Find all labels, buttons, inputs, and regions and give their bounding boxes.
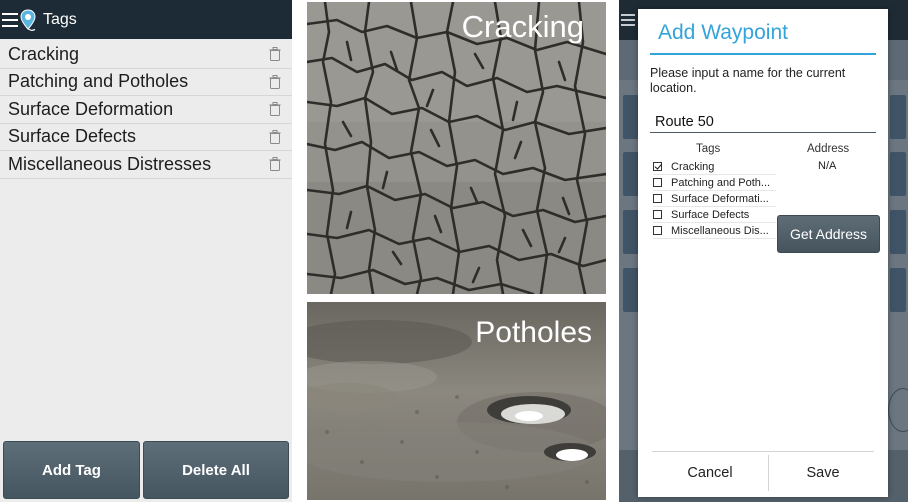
background-card [890, 268, 906, 312]
tag-option-label: Cracking [671, 160, 715, 173]
tag-option[interactable]: Surface Deformati... [653, 191, 776, 207]
checkbox[interactable] [653, 194, 662, 203]
tag-list: Cracking Patching and Potholes Surface D… [0, 41, 292, 179]
tag-label: Miscellaneous Distresses [8, 153, 212, 174]
tag-label: Patching and Potholes [8, 71, 189, 92]
tag-option-label: Surface Deformati... [671, 192, 769, 205]
footer-divider [652, 451, 874, 452]
cracked-pavement-image: Cracking [307, 2, 606, 294]
tag-option[interactable]: Surface Defects [653, 207, 776, 223]
tag-row-patching-and-potholes[interactable]: Patching and Potholes [0, 69, 292, 96]
cracking-photo: Cracking [307, 2, 606, 294]
waypoint-screen: Add Waypoint Please input a name for the… [619, 0, 908, 502]
background-card [623, 268, 639, 312]
trash-icon[interactable] [269, 129, 281, 144]
checkbox[interactable] [653, 210, 662, 219]
background-card [623, 95, 639, 139]
trash-icon[interactable] [269, 47, 281, 61]
get-address-button[interactable]: Get Address [777, 215, 880, 253]
tag-option-label: Miscellaneous Dis... [671, 224, 769, 237]
button-bar: Add Tag Delete All [0, 440, 292, 502]
checkbox[interactable] [653, 178, 662, 187]
background-card [623, 210, 639, 254]
address-column-header: Address [807, 143, 850, 155]
tag-label: Cracking [8, 43, 80, 64]
add-waypoint-dialog: Add Waypoint Please input a name for the… [638, 9, 888, 497]
page-title: Tags [43, 10, 77, 28]
background-card [890, 210, 906, 254]
title-divider [650, 53, 876, 55]
tag-row-miscellaneous-distresses[interactable]: Miscellaneous Distresses [0, 151, 292, 179]
tag-row-surface-deformation[interactable]: Surface Deformation [0, 96, 292, 124]
tag-row-surface-defects[interactable]: Surface Defects [0, 124, 292, 151]
waypoint-name-input[interactable] [650, 111, 876, 133]
dialog-title: Add Waypoint [658, 21, 788, 44]
background-compass [888, 388, 908, 432]
potholes-photo: Potholes [307, 302, 606, 500]
potholes-caption: Potholes [475, 316, 592, 349]
tag-option[interactable]: Patching and Poth... [653, 175, 776, 191]
app-logo-icon [20, 8, 36, 31]
app-bar: Tags [0, 0, 292, 39]
checkbox[interactable] [653, 226, 662, 235]
background-card [623, 152, 639, 196]
tag-option-label: Patching and Poth... [671, 176, 771, 189]
trash-icon[interactable] [269, 102, 281, 116]
tag-option[interactable]: Miscellaneous Dis... [653, 223, 776, 239]
tag-option[interactable]: Cracking [653, 159, 776, 175]
save-button[interactable]: Save [769, 455, 877, 491]
tag-checkbox-list: Cracking Patching and Poth... Surface De… [653, 159, 776, 239]
delete-all-button[interactable]: Delete All [143, 441, 289, 499]
background-card [890, 95, 906, 139]
trash-icon[interactable] [269, 157, 281, 171]
tag-label: Surface Defects [8, 126, 137, 147]
dialog-prompt: Please input a name for the current loca… [650, 66, 846, 95]
tag-option-label: Surface Defects [671, 208, 750, 221]
screenshot-collage: Tags Cracking Patching and Potholes Surf… [0, 0, 908, 502]
pothole-pavement-image: Potholes [307, 302, 606, 500]
tag-row-cracking[interactable]: Cracking [0, 41, 292, 69]
tags-column-header: Tags [696, 143, 721, 155]
menu-icon [621, 14, 635, 26]
tags-screen: Tags Cracking Patching and Potholes Surf… [0, 0, 292, 502]
background-card [890, 152, 906, 196]
menu-icon[interactable] [2, 12, 18, 27]
cancel-button[interactable]: Cancel [652, 455, 768, 491]
cracking-caption: Cracking [462, 9, 584, 44]
tag-label: Surface Deformation [8, 98, 174, 119]
trash-icon[interactable] [269, 74, 281, 89]
add-tag-button[interactable]: Add Tag [3, 441, 140, 499]
checkbox-checked[interactable] [653, 162, 662, 171]
address-value: N/A [818, 160, 837, 172]
